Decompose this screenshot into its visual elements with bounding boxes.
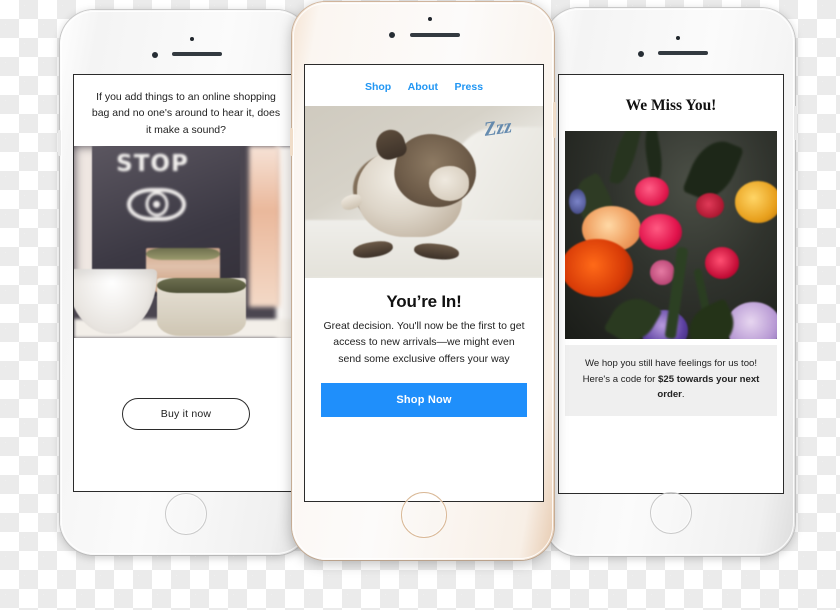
offer-note-suffix: .: [681, 389, 685, 401]
left-photo-pink-frame: [248, 145, 281, 308]
flower-pink-ranunculus: [634, 176, 669, 206]
center-phone-front-camera: [389, 32, 395, 38]
left-phone-home-button[interactable]: [165, 493, 207, 535]
left-phone[interactable]: If you add things to an online shopping …: [58, 10, 312, 555]
youre-in-title: You’re In!: [386, 292, 462, 311]
nav-link-about[interactable]: About: [408, 81, 438, 93]
right-email-header: We Miss You!: [559, 75, 783, 131]
right-phone-front-camera: [638, 51, 644, 57]
right-email-footer-space: [559, 415, 783, 493]
left-email-cta-area: Buy it now: [74, 337, 298, 491]
center-phone-screen[interactable]: Shop About Press Zzz You’re In! Great de…: [304, 64, 544, 502]
center-phone-volume-button[interactable]: [290, 128, 293, 156]
flower-red-rose: [704, 247, 739, 279]
right-phone-screen[interactable]: We Miss You! We hop you still have feeli…: [558, 74, 784, 494]
center-phone-power-button[interactable]: [553, 102, 556, 138]
offer-note-bold: $25 towards your next order: [657, 373, 760, 401]
right-phone-earpiece-speaker: [658, 51, 708, 55]
right-phone[interactable]: We Miss You! We hop you still have feeli…: [543, 8, 797, 556]
right-phone-home-button[interactable]: [650, 492, 692, 534]
flower-yellow-rose: [734, 180, 777, 223]
flower-red-bud: [696, 193, 724, 219]
zzz-overlay-text: Zzz: [482, 115, 514, 141]
center-email-nav: Shop About Press: [305, 65, 543, 106]
center-phone[interactable]: Shop About Press Zzz You’re In! Great de…: [290, 2, 556, 560]
dog-snout: [428, 166, 470, 201]
right-email-hero-image: [565, 131, 777, 339]
flower-pink-ranunculus: [639, 214, 682, 250]
left-phone-earpiece-speaker: [172, 52, 222, 56]
shop-now-button[interactable]: Shop Now: [321, 382, 527, 417]
flower-leaf: [640, 131, 665, 182]
left-phone-screen[interactable]: If you add things to an online shopping …: [73, 74, 299, 492]
right-email-offer-note: We hop you still have feelings for us to…: [565, 345, 777, 416]
flower-leaf: [608, 131, 643, 187]
buy-it-now-button[interactable]: Buy it now: [121, 398, 251, 431]
left-email-hero-image: STOP: [74, 145, 298, 338]
left-phone-front-camera: [152, 52, 158, 58]
we-miss-you-title: We Miss You!: [625, 97, 717, 114]
nav-link-press[interactable]: Press: [454, 81, 483, 93]
flower-red-pincushion: [565, 239, 633, 298]
eye-icon: [127, 187, 186, 222]
left-email-headline: If you add things to an online shopping …: [91, 91, 281, 136]
left-phone-proximity-sensor: [190, 37, 194, 41]
left-photo-front-cup: [156, 278, 247, 336]
center-phone-proximity-sensor: [428, 17, 432, 21]
right-phone-power-button[interactable]: [794, 106, 797, 140]
left-phone-volume-button[interactable]: [58, 130, 61, 156]
center-phone-earpiece-speaker: [410, 33, 460, 37]
stop-poster-text: STOP: [116, 151, 189, 178]
flower-pink-small: [649, 259, 676, 285]
center-email-hero-image: Zzz: [305, 106, 543, 278]
center-phone-home-button[interactable]: [401, 492, 447, 538]
nav-link-shop[interactable]: Shop: [365, 81, 391, 93]
right-phone-proximity-sensor: [676, 36, 680, 40]
center-email-copy: Great decision. You'll now be the first …: [323, 320, 525, 365]
flower-lavender-anemone: [726, 301, 777, 339]
center-email-body: You’re In! Great decision. You'll now be…: [305, 278, 543, 501]
